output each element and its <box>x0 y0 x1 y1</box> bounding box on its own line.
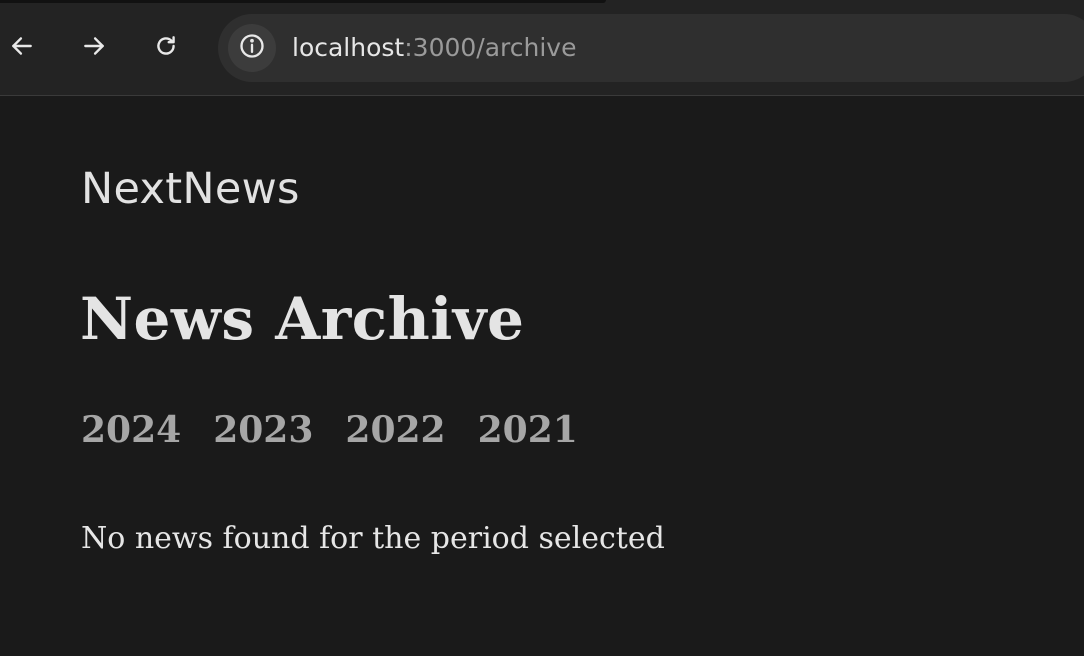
url-host: localhost <box>292 33 405 62</box>
reload-button[interactable] <box>146 28 186 68</box>
site-info-button[interactable] <box>228 24 276 72</box>
arrow-left-icon <box>9 33 35 64</box>
page-content: NextNews News Archive 2024 2023 2022 202… <box>0 97 1084 656</box>
year-link-2023[interactable]: 2023 <box>213 405 313 455</box>
info-icon <box>238 32 266 65</box>
browser-toolbar: localhost:3000/archive <box>0 0 1084 96</box>
back-button[interactable] <box>2 28 42 68</box>
active-tab-edge <box>0 0 606 3</box>
forward-button[interactable] <box>74 28 114 68</box>
year-filter-nav: 2024 2023 2022 2021 <box>81 405 578 455</box>
url-path: :3000/archive <box>404 33 577 62</box>
reload-icon <box>153 33 179 64</box>
arrow-right-icon <box>81 33 107 64</box>
year-link-2024[interactable]: 2024 <box>81 405 181 455</box>
address-bar[interactable]: localhost:3000/archive <box>218 14 1084 82</box>
year-link-2022[interactable]: 2022 <box>345 405 445 455</box>
site-brand-link[interactable]: NextNews <box>81 163 300 215</box>
page-title: News Archive <box>80 285 525 353</box>
url-text[interactable]: localhost:3000/archive <box>292 31 576 65</box>
year-link-2021[interactable]: 2021 <box>478 405 578 455</box>
empty-state-message: No news found for the period selected <box>81 521 665 556</box>
